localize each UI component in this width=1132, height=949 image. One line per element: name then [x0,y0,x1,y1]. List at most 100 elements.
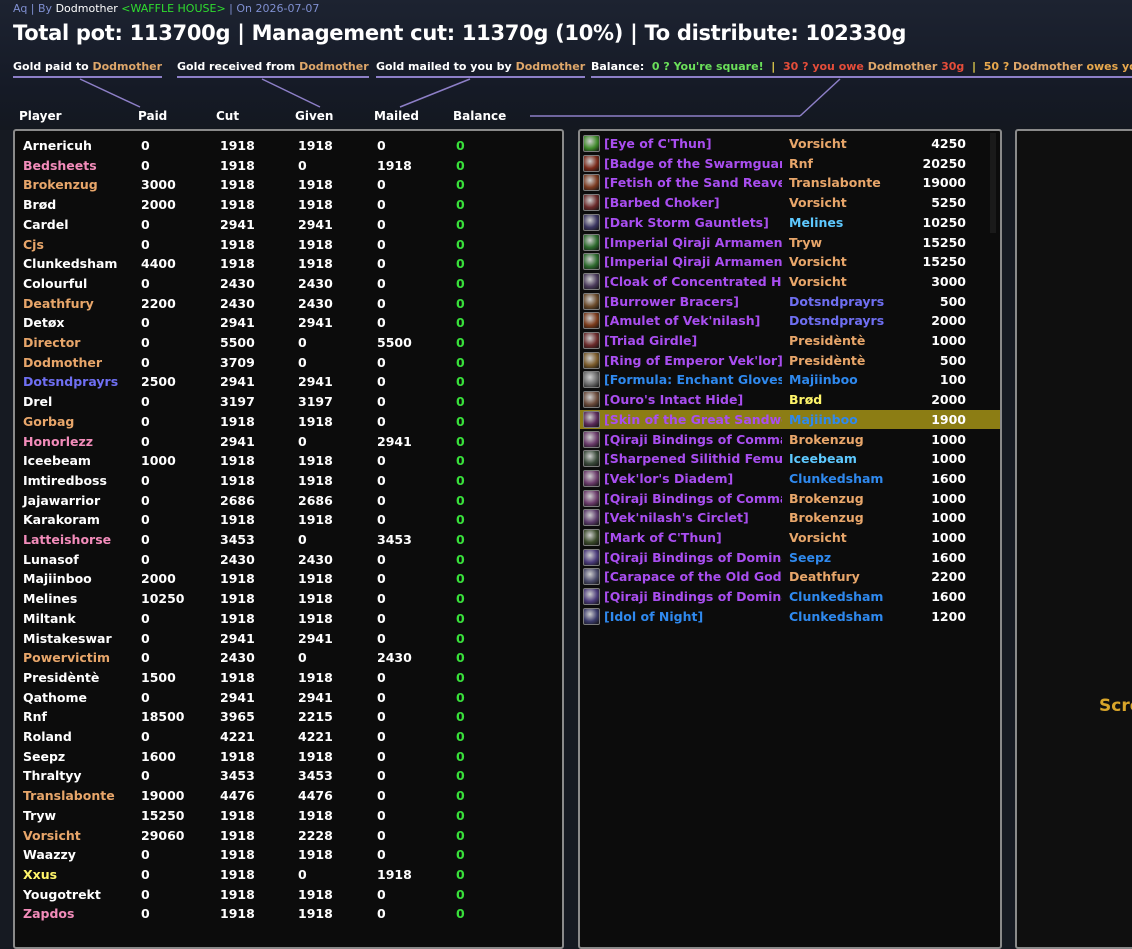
player-row[interactable]: Vorsicht 29060 1918 2228 0 0 [15,826,562,846]
loot-row[interactable]: [Qiraji Bindings of Comma... Brokenzug 100… [580,430,1000,450]
player-row[interactable]: Arnericuh 0 1918 1918 0 0 [15,136,562,156]
item-link[interactable]: [Barbed Choker] [604,195,782,210]
player-row[interactable]: Roland 0 4221 4221 0 0 [15,727,562,747]
item-link[interactable]: [Vek'lor's Diadem] [604,471,782,486]
loot-row[interactable]: [Vek'lor's Diadem] Clunkedsham 1600 [580,469,1000,489]
item-link[interactable]: [Formula: Enchant Gloves... [604,372,782,387]
player-row[interactable]: Presidèntè 1500 1918 1918 0 0 [15,668,562,688]
item-link[interactable]: [Vek'nilash's Circlet] [604,510,782,525]
bindings-icon[interactable] [583,548,600,566]
player-row[interactable]: Latteishorse 0 3453 0 3453 0 [15,530,562,550]
player-row[interactable]: Clunkedsham 4400 1918 1918 0 0 [15,254,562,274]
player-row[interactable]: Drel 0 3197 3197 0 0 [15,392,562,412]
player-row[interactable]: Xxus 0 1918 0 1918 0 [15,865,562,885]
player-row[interactable]: Karakoram 0 1918 1918 0 0 [15,510,562,530]
player-row[interactable]: Lunasof 0 2430 2430 0 0 [15,550,562,570]
item-link[interactable]: [Carapace of the Old God] [604,569,782,584]
loot-row[interactable]: [Barbed Choker] Vorsicht 5250 [580,193,1000,213]
idol-icon[interactable] [583,607,600,625]
item-link[interactable]: [Qiraji Bindings of Domina... [604,550,782,565]
player-row[interactable]: Detøx 0 2941 2941 0 0 [15,313,562,333]
bindings-icon[interactable] [583,489,600,507]
player-ledger-panel[interactable]: Arnericuh 0 1918 1918 0 0 Bedsheets 0 1918 0 1918 0… [13,129,564,949]
loot-row[interactable]: [Amulet of Vek'nilash] Dotsndprayrs 2000 [580,311,1000,331]
loot-row[interactable]: [Cloak of Concentrated H... Vorsicht 3000 [580,272,1000,292]
item-link[interactable]: [Skin of the Great Sandwo... [604,412,782,427]
player-row[interactable]: Yougotrekt 0 1918 1918 0 0 [15,885,562,905]
item-link[interactable]: [Triad Girdle] [604,333,782,348]
player-row[interactable]: Rnf 18500 3965 2215 0 0 [15,707,562,727]
item-link[interactable]: [Ouro's Intact Hide] [604,392,782,407]
item-link[interactable]: [Cloak of Concentrated H... [604,274,782,289]
circlet-icon[interactable] [583,509,600,527]
loot-row[interactable]: [Dark Storm Gauntlets] Melines 10250 [580,213,1000,233]
loot-row[interactable]: [Ring of Emperor Vek'lor] Presidèntè 500 [580,351,1000,371]
scrollbar[interactable] [988,133,998,233]
badge-icon[interactable] [583,154,600,172]
item-link[interactable]: [Idol of Night] [604,609,782,624]
player-row[interactable]: Deathfury 2200 2430 2430 0 0 [15,294,562,314]
cloak-icon[interactable] [583,272,600,290]
armaments-icon[interactable] [583,233,600,251]
loot-row[interactable]: [Fetish of the Sand Reaver] Translabonte 1… [580,173,1000,193]
fetish-icon[interactable] [583,174,600,192]
item-link[interactable]: [Fetish of the Sand Reaver] [604,175,782,190]
girdle-icon[interactable] [583,332,600,349]
item-link[interactable]: [Eye of C'Thun] [604,136,782,151]
mark-icon[interactable] [583,529,600,546]
player-row[interactable]: Honorlezz 0 2941 0 2941 0 [15,432,562,452]
player-row[interactable]: Director 0 5500 0 5500 0 [15,333,562,353]
ring-icon[interactable] [583,351,600,369]
player-row[interactable]: Colourful 0 2430 2430 0 0 [15,274,562,294]
loot-row[interactable]: [Qiraji Bindings of Domina... Clunkedsham… [580,587,1000,607]
item-link[interactable]: [Qiraji Bindings of Comma... [604,432,782,447]
player-row[interactable]: Miltank 0 1918 1918 0 0 [15,609,562,629]
gauntlets-icon[interactable] [583,213,600,231]
player-row[interactable]: Qathome 0 2941 2941 0 0 [15,688,562,708]
loot-row[interactable]: [Badge of the Swarmguard] Rnf 20250 [580,154,1000,174]
player-row[interactable]: Iceebeam 1000 1918 1918 0 0 [15,451,562,471]
item-link[interactable]: [Dark Storm Gauntlets] [604,215,782,230]
player-row[interactable]: Cardel 0 2941 2941 0 0 [15,215,562,235]
armaments-icon[interactable] [583,253,600,271]
player-row[interactable]: Dotsndprayrs 2500 2941 2941 0 0 [15,372,562,392]
item-link[interactable]: [Mark of C'Thun] [604,530,782,545]
scroll-icon[interactable] [583,371,600,389]
item-link[interactable]: [Burrower Bracers] [604,294,782,309]
player-row[interactable]: Cjs 0 1918 1918 0 0 [15,235,562,255]
player-row[interactable]: Zapdos 0 1918 1918 0 0 [15,904,562,924]
player-row[interactable]: Imtiredboss 0 1918 1918 0 0 [15,471,562,491]
amulet-icon[interactable] [583,312,600,330]
player-row[interactable]: Tryw 15250 1918 1918 0 0 [15,806,562,826]
bindings-icon[interactable] [583,588,600,606]
loot-row[interactable]: [Sharpened Silithid Femur] Iceebeam 1000 [580,449,1000,469]
player-row[interactable]: Jajawarrior 0 2686 2686 0 0 [15,491,562,511]
skin-icon[interactable] [583,410,600,428]
loot-row-selected[interactable]: [Skin of the Great Sandwo... Majiinboo 190… [580,409,1000,430]
choker-icon[interactable] [583,194,600,212]
loot-row[interactable]: [Mark of C'Thun] Vorsicht 1000 [580,528,1000,548]
item-link[interactable]: [Badge of the Swarmguard] [604,156,782,171]
player-row[interactable]: Seepz 1600 1918 1918 0 0 [15,747,562,767]
player-row[interactable]: Mistakeswar 0 2941 2941 0 0 [15,629,562,649]
femur-icon[interactable] [583,450,600,468]
loot-row[interactable]: [Vek'nilash's Circlet] Brokenzug 1000 [580,508,1000,528]
loot-list-panel[interactable]: [Eye of C'Thun] Vorsicht 4250 [Badge of the… [578,129,1002,949]
loot-row[interactable]: [Formula: Enchant Gloves... Majiinboo 100 [580,370,1000,390]
loot-row[interactable]: [Burrower Bracers] Dotsndprayrs 500 [580,292,1000,312]
player-row[interactable]: Majiinboo 2000 1918 1918 0 0 [15,569,562,589]
player-row[interactable]: Brokenzug 3000 1918 1918 0 0 [15,175,562,195]
item-link[interactable]: [Imperial Qiraji Armaments] [604,235,782,250]
player-row[interactable]: Brød 2000 1918 1918 0 0 [15,195,562,215]
item-link[interactable]: [Imperial Qiraji Armaments] [604,254,782,269]
item-link[interactable]: [Qiraji Bindings of Comma... [604,491,782,506]
diadem-icon[interactable] [583,469,600,487]
loot-row[interactable]: [Idol of Night] Clunkedsham 1200 [580,607,1000,627]
loot-row[interactable]: [Eye of C'Thun] Vorsicht 4250 [580,134,1000,154]
player-row[interactable]: Powervictim 0 2430 0 2430 0 [15,648,562,668]
bindings-icon[interactable] [583,430,600,448]
loot-row[interactable]: [Qiraji Bindings of Domina... Seepz 1600 [580,548,1000,568]
player-row[interactable]: Gorbag 0 1918 1918 0 0 [15,412,562,432]
loot-row[interactable]: [Imperial Qiraji Armaments] Vorsicht 15250 [580,252,1000,272]
item-link[interactable]: [Amulet of Vek'nilash] [604,313,782,328]
